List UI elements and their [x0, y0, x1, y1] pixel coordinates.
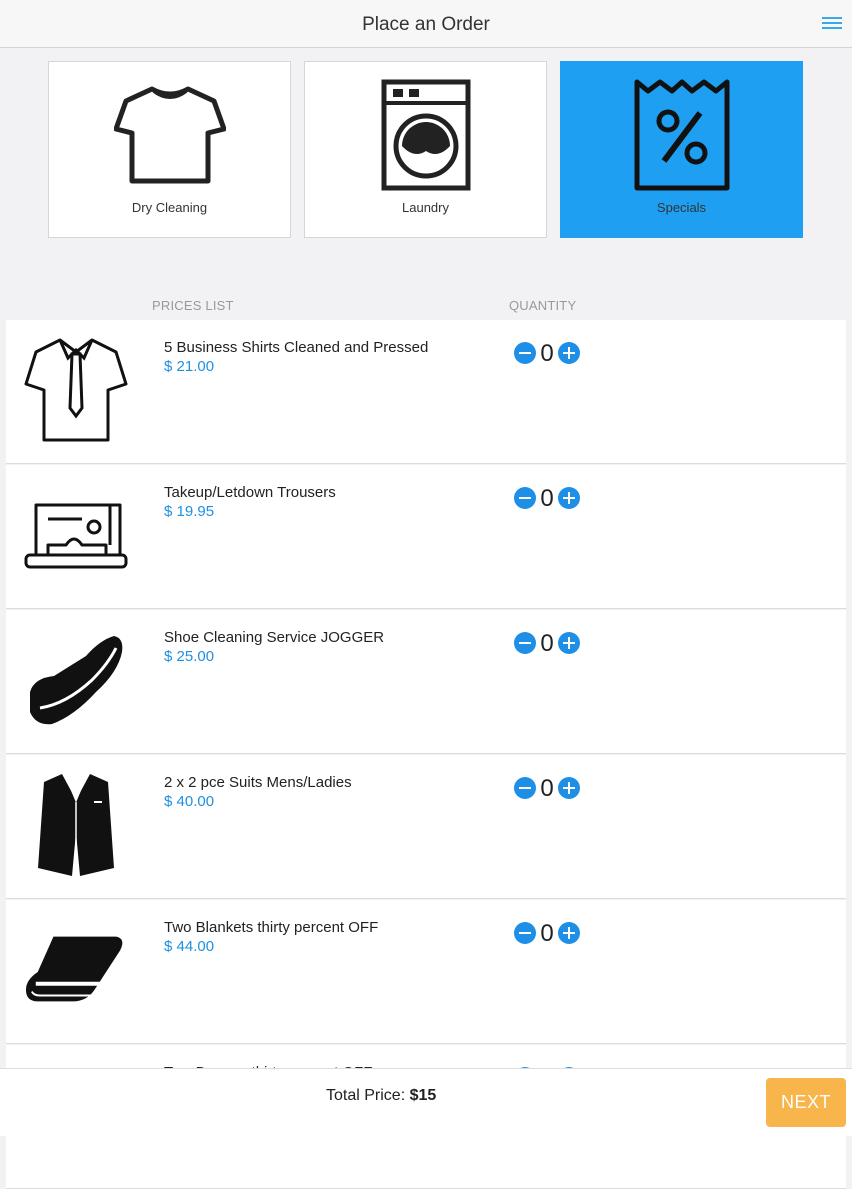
quantity-stepper: 0 [514, 775, 584, 802]
item-price: $ 40.00 [164, 793, 215, 810]
category-dry-cleaning[interactable]: Dry Cleaning [48, 61, 291, 238]
tshirt-icon [113, 86, 226, 184]
decrease-quantity-button[interactable] [514, 487, 536, 509]
category-laundry[interactable]: Laundry [304, 61, 547, 238]
item-name: 5 Business Shirts Cleaned and Pressed [164, 339, 429, 356]
item-price: $ 25.00 [164, 648, 215, 665]
increase-quantity-button[interactable] [558, 342, 580, 364]
quantity-value: 0 [540, 485, 554, 512]
quantity-stepper: 0 [514, 485, 584, 512]
category-label: Dry Cleaning [131, 200, 208, 215]
item-name: 2 x 2 pce Suits Mens/Ladies [164, 774, 352, 791]
quantity-value: 0 [540, 775, 554, 802]
list-item: Shoe Cleaning Service JOGGER $ 25.00 0 [6, 610, 846, 754]
sewing-machine-icon [24, 503, 128, 569]
category-label: Laundry [402, 200, 449, 215]
list-item: Takeup/Letdown Trousers $ 19.95 0 [6, 465, 846, 609]
quantity-value: 0 [540, 340, 554, 367]
total-price-value: $15 [409, 1087, 437, 1104]
increase-quantity-button[interactable] [558, 922, 580, 944]
quantity-stepper: 0 [514, 920, 584, 947]
list-item: 5 Business Shirts Cleaned and Pressed $ … [6, 320, 846, 464]
increase-quantity-button[interactable] [558, 777, 580, 799]
list-item: Two Blankets thirty percent OFF $ 44.00 … [6, 900, 846, 1044]
increase-quantity-button[interactable] [558, 487, 580, 509]
item-price: $ 44.00 [164, 938, 215, 955]
shirt-tie-icon [24, 338, 128, 442]
decrease-quantity-button[interactable] [514, 632, 536, 654]
item-name: Takeup/Letdown Trousers [164, 484, 336, 501]
decrease-quantity-button[interactable] [514, 342, 536, 364]
top-bar: Place an Order [0, 0, 852, 48]
increase-quantity-button[interactable] [558, 632, 580, 654]
total-price-label: Total Price: [326, 1087, 410, 1104]
bottom-bar: Total Price: $15 NEXT [0, 1068, 852, 1136]
prices-list-header: PRICES LIST [152, 298, 234, 313]
page-title: Place an Order [362, 14, 490, 35]
decrease-quantity-button[interactable] [514, 777, 536, 799]
hamburger-menu-icon[interactable] [822, 17, 842, 31]
list-item: 2 x 2 pce Suits Mens/Ladies $ 40.00 0 [6, 755, 846, 899]
folded-blanket-icon [25, 936, 128, 1002]
next-button[interactable]: NEXT [766, 1078, 846, 1127]
jogger-shoe-icon [30, 636, 123, 725]
item-name: Two Blankets thirty percent OFF [164, 919, 379, 936]
item-price: $ 19.95 [164, 503, 215, 520]
total-price: Total Price: $15 [326, 1087, 436, 1105]
quantity-stepper: 0 [514, 340, 584, 367]
item-name: Shoe Cleaning Service JOGGER [164, 629, 385, 646]
suit-jacket-icon [38, 774, 114, 876]
category-label: Specials [656, 200, 707, 215]
quantity-header: QUANTITY [509, 298, 577, 313]
decrease-quantity-button[interactable] [514, 922, 536, 944]
quantity-value: 0 [540, 920, 554, 947]
percent-receipt-icon [634, 79, 729, 191]
category-specials[interactable]: Specials [560, 61, 803, 238]
item-price: $ 21.00 [164, 358, 215, 375]
washing-machine-icon [381, 79, 470, 191]
quantity-stepper: 0 [514, 630, 584, 657]
quantity-value: 0 [540, 630, 554, 657]
